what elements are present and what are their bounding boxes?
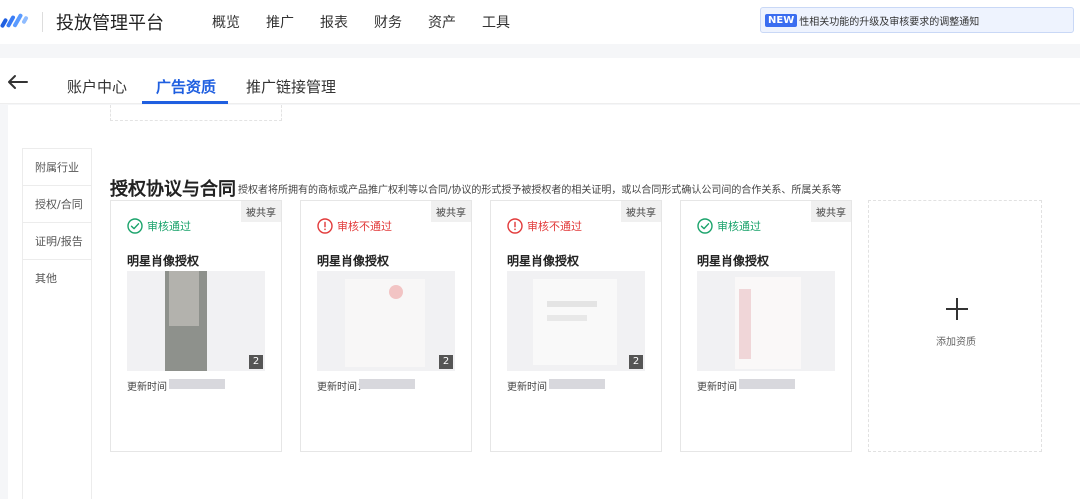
text-line-blurred (547, 301, 597, 307)
qualification-side-nav: 附属行业 授权/合同 证明/报告 其他 (22, 148, 92, 499)
shared-tag: 被共享 (431, 201, 471, 222)
side-item-industry[interactable]: 附属行业 (23, 149, 91, 186)
text-line-blurred (547, 315, 587, 321)
side-item-certificate[interactable]: 证明/报告 (23, 223, 91, 260)
card-title: 明星肖像授权 (507, 254, 580, 268)
check-circle-icon (127, 218, 143, 234)
side-item-authorization[interactable]: 授权/合同 (23, 186, 91, 223)
document-thumbnail[interactable] (697, 271, 835, 371)
tab-bar: 账户中心 广告资质 推广链接管理 (0, 58, 1080, 104)
review-status: 审核不通过 (317, 218, 392, 234)
notice-text: 性相关功能的升级及审核要求的调整通知 (799, 16, 980, 28)
side-item-other[interactable]: 其他 (23, 260, 91, 297)
plus-icon (946, 298, 968, 320)
alert-circle-icon (507, 218, 523, 234)
top-bar: 投放管理平台 概览 推广 报表 财务 资产 工具 NEW 性相关功能的升级及审核… (0, 0, 1080, 44)
check-circle-icon (697, 218, 713, 234)
photo-highlight (169, 271, 199, 326)
update-time-label: 更新时间 (127, 382, 167, 393)
update-time-redacted (359, 379, 415, 389)
shared-tag: 被共享 (811, 201, 851, 222)
image-count-badge: 2 (439, 355, 453, 369)
nav-reports[interactable]: 报表 (320, 12, 348, 32)
status-text: 审核不通过 (337, 220, 392, 233)
card-title: 明星肖像授权 (697, 254, 770, 268)
tab-ad-qualification[interactable]: 广告资质 (156, 76, 216, 97)
document-thumbnail[interactable]: 2 (317, 271, 455, 371)
section-title: 授权协议与合同 (110, 179, 236, 200)
document-thumbnail[interactable]: 2 (507, 271, 645, 371)
platform-title: 投放管理平台 (56, 13, 164, 34)
shared-tag: 被共享 (621, 201, 661, 222)
image-count-badge: 2 (249, 355, 263, 369)
left-gutter (0, 105, 8, 499)
update-time-redacted (739, 379, 795, 389)
update-time-label: 更新时间 (507, 382, 547, 393)
update-time-redacted (169, 379, 225, 389)
nav-promotion[interactable]: 推广 (266, 12, 294, 32)
section-description: 授权者将所拥有的商标或产品推广权利等以合同/协议的形式授予被授权者的相关证明，或… (238, 185, 842, 196)
qualification-card[interactable]: 被共享 审核不通过 明星肖像授权 2 更新时间 (490, 200, 662, 452)
seal-blurred (739, 289, 751, 359)
qualification-card[interactable]: 被共享 审核通过 明星肖像授权 更新时间 (680, 200, 852, 452)
card-title: 明星肖像授权 (127, 254, 200, 268)
status-text: 审核通过 (147, 220, 191, 233)
add-qualification-label: 添加资质 (936, 337, 976, 348)
status-text: 审核不通过 (527, 220, 582, 233)
previous-card-edge (110, 105, 282, 121)
qualification-card[interactable]: 被共享 审核不通过 明星肖像授权 2 更新时间： (300, 200, 472, 452)
nav-finance[interactable]: 财务 (374, 12, 402, 32)
back-arrow-icon[interactable] (6, 74, 28, 90)
logo-icon[interactable] (0, 10, 30, 32)
new-badge: NEW (765, 13, 798, 27)
review-status: 审核不通过 (507, 218, 582, 234)
document-thumbnail[interactable]: 2 (127, 271, 265, 371)
update-time-label: 更新时间 (697, 382, 737, 393)
nav-overview[interactable]: 概览 (212, 12, 240, 32)
alert-circle-icon (317, 218, 333, 234)
nav-assets[interactable]: 资产 (428, 12, 456, 32)
tab-promo-link-management[interactable]: 推广链接管理 (246, 76, 336, 97)
notice-banner[interactable]: NEW 性相关功能的升级及审核要求的调整通知 (760, 7, 1074, 33)
review-status: 审核通过 (697, 218, 761, 234)
active-tab-indicator (142, 101, 228, 104)
seal-blurred (389, 285, 403, 299)
nav-tools[interactable]: 工具 (482, 12, 510, 32)
document-blurred (533, 279, 617, 365)
shared-tag: 被共享 (241, 201, 281, 222)
document-blurred (345, 279, 425, 367)
status-text: 审核通过 (717, 220, 761, 233)
qualification-card[interactable]: 被共享 审核通过 明星肖像授权 2 更新时间 (110, 200, 282, 452)
tab-account-center[interactable]: 账户中心 (67, 76, 127, 97)
image-count-badge: 2 (629, 355, 643, 369)
add-qualification-card[interactable]: 添加资质 (868, 200, 1042, 452)
review-status: 审核通过 (127, 218, 191, 234)
main-nav: 概览 推广 报表 财务 资产 工具 (212, 12, 510, 32)
brand-divider (42, 12, 43, 32)
card-title: 明星肖像授权 (317, 254, 390, 268)
update-time-redacted (549, 379, 605, 389)
